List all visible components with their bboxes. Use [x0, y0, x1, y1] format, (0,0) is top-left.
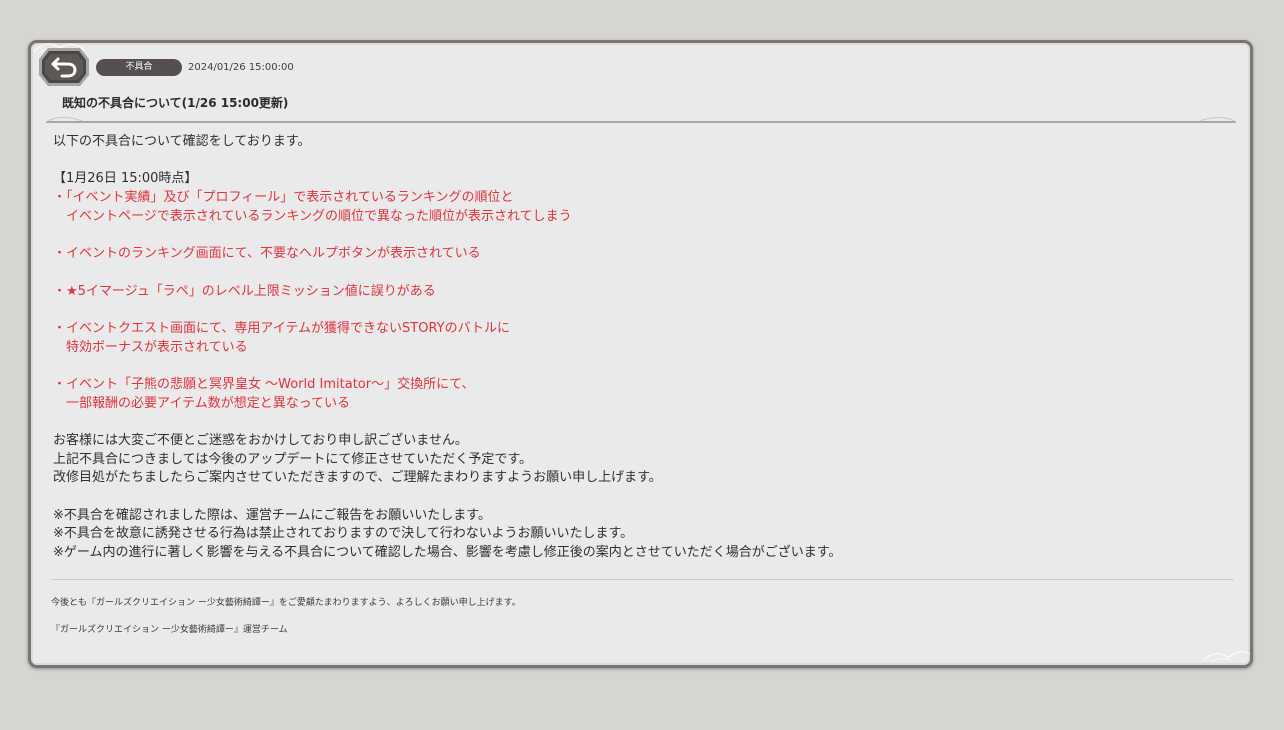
- notice-body: 以下の不具合について確認をしております。 【1月26日 15:00時点】・「イベン…: [53, 133, 1233, 563]
- issue-line: ・イベントクエスト画面にて、専用アイテムが獲得できないSTORYのバトルに: [53, 320, 511, 336]
- body-line: 【1月26日 15:00時点】: [53, 171, 198, 187]
- body-line: ※不具合を確認されました際は、運営チームにご報告をお願いいたします。: [53, 507, 491, 523]
- issue-line: ・イベント「子熊の悲願と冥界皇女 〜World Imitator〜」交換所にて、: [53, 376, 475, 392]
- body-line: [53, 301, 1233, 320]
- issue-line: 一部報酬の必要アイテム数が想定と異なっている: [53, 395, 351, 411]
- corner-ornament-icon: [1203, 651, 1251, 663]
- body-line: [53, 488, 1233, 507]
- body-line: 改修目処がたちましたらご案内させていただきますので、ご理解たまわりますようお願い…: [53, 470, 662, 486]
- footer-closing: 今後とも『ガールズクリエイション ー少女藝術綺譚ー』をご愛顧たまわりますよう、よ…: [51, 598, 521, 608]
- body-line: [53, 226, 1233, 245]
- footer-signature: 『ガールズクリエイション ー少女藝術綺譚ー』運営チーム: [51, 625, 288, 635]
- category-badge: 不具合: [96, 59, 182, 76]
- notice-title: 既知の不具合について(1/26 15:00更新): [62, 96, 289, 110]
- body-line: ※不具合を故意に誘発させる行為は禁止されておりますので決して行わないようお願いい…: [53, 526, 634, 542]
- body-line: [53, 152, 1233, 171]
- title-divider: [45, 116, 1237, 123]
- footer-divider: [51, 579, 1234, 580]
- body-line: [53, 357, 1233, 376]
- body-line: ※ゲーム内の進行に著しく影響を与える不具合について確認した場合、影響を考慮し修正…: [53, 545, 842, 561]
- issue-line: ・★5イマージュ「ラペ」のレベル上限ミッション値に誤りがある: [53, 283, 436, 299]
- issue-line: ・「イベント実績」及び「プロフィール」で表示されているランキングの順位と: [53, 190, 514, 206]
- body-line: 上記不具合につきましては今後のアップデートにて修正させていただく予定です。: [53, 451, 533, 467]
- issue-line: 特効ボーナスが表示されている: [53, 339, 248, 355]
- body-line: [53, 413, 1233, 432]
- back-arrow-icon[interactable]: [38, 46, 90, 88]
- body-line: [53, 264, 1233, 283]
- issue-line: ・イベントのランキング画面にて、不要なヘルプボタンが表示されている: [53, 246, 481, 262]
- back-button[interactable]: [38, 46, 90, 88]
- issue-line: イベントページで表示されているランキングの順位で異なった順位が表示されてしまう: [53, 208, 572, 224]
- post-date: 2024/01/26 15:00:00: [188, 62, 294, 73]
- body-line: お客様には大変ご不便とご迷惑をおかけしており申し訳ございません。: [53, 433, 468, 448]
- body-line: 以下の不具合について確認をしております。: [53, 134, 311, 149]
